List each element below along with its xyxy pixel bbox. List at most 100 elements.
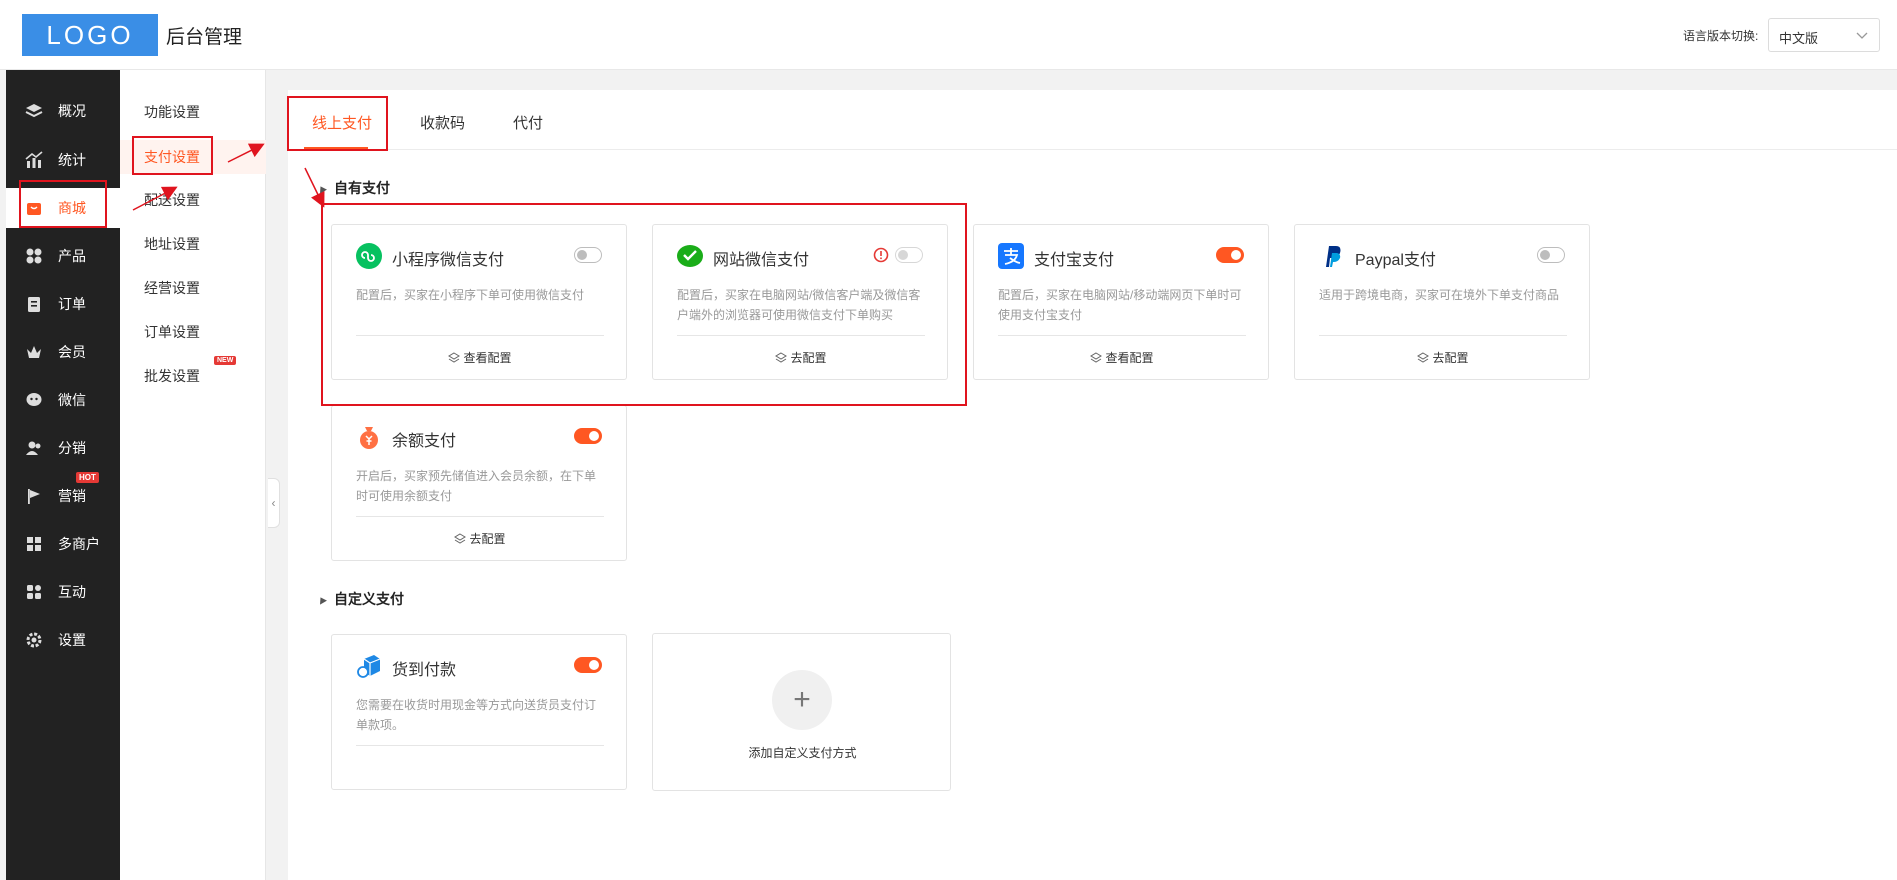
enable-toggle[interactable] xyxy=(574,428,602,444)
submenu-item-order[interactable]: 订单设置 xyxy=(144,322,200,342)
sidebar-item-label: 营销 xyxy=(58,488,86,504)
layers-icon xyxy=(775,352,788,363)
collapse-triangle-icon xyxy=(317,184,327,194)
sidebar-item-label: 微信 xyxy=(58,392,86,408)
sidebar-item-label: 订单 xyxy=(58,296,86,312)
enable-toggle[interactable] xyxy=(895,247,923,263)
collapse-sidebar-handle[interactable]: ‹ xyxy=(268,478,280,528)
chevron-left-icon: ‹ xyxy=(271,496,276,510)
card-action-label: 去配置 xyxy=(469,532,506,546)
section-custom-payment[interactable]: 自定义支付 xyxy=(317,589,404,609)
payment-card-alipay: 支付宝支付 配置后，买家在电脑网站/移动端网页下单时可使用支付宝支付 查看配置 xyxy=(973,224,1269,380)
collapse-triangle-icon xyxy=(317,595,327,605)
view-config-link[interactable]: 查看配置 xyxy=(332,349,628,366)
sidebar-item-multi-merchant[interactable]: 多商户 xyxy=(6,524,120,564)
language-label: 语言版本切换: xyxy=(1683,29,1759,43)
sidebar-item-settings[interactable]: 设置 xyxy=(6,620,120,660)
section-title-text: 自定义支付 xyxy=(334,591,404,607)
payment-card-cash-on-delivery: 货到付款 您需要在收货时用现金等方式向送货员支付订单款项。 xyxy=(331,634,627,790)
card-title: Paypal支付 xyxy=(1355,252,1436,269)
add-custom-payment-card[interactable]: + 添加自定义支付方式 xyxy=(652,633,951,791)
submenu-item-wholesale[interactable]: 批发设置 NEW xyxy=(144,356,237,386)
warning-icon[interactable] xyxy=(873,247,889,263)
card-action-label: 查看配置 xyxy=(1105,351,1154,365)
sidebar-item-interaction[interactable]: 互动 xyxy=(6,572,120,612)
go-config-link[interactable]: 去配置 xyxy=(332,530,628,547)
card-description: 开启后，买家预先储值进入会员余额，在下单时可使用余额支付 xyxy=(356,469,597,503)
shop-icon xyxy=(24,198,44,218)
go-config-link[interactable]: 去配置 xyxy=(653,349,949,366)
sidebar-item-orders[interactable]: 订单 xyxy=(6,284,120,324)
sidebar-item-distribution[interactable]: 分销 xyxy=(6,428,120,468)
flag-icon xyxy=(24,486,44,506)
submenu-item-payment[interactable]: 支付设置 xyxy=(144,147,200,167)
main-content: 线上支付 收款码 代付 自有支付 小程序微信支付 配置后，买家在小程序下单可使用… xyxy=(288,90,1897,880)
enable-toggle[interactable] xyxy=(1537,247,1565,263)
tab-proxy-pay[interactable]: 代付 xyxy=(513,112,543,133)
sidebar-item-members[interactable]: 会员 xyxy=(6,332,120,372)
enable-toggle[interactable] xyxy=(574,657,602,673)
card-title: 支付宝支付 xyxy=(1034,252,1115,269)
sidebar-item-label: 多商户 xyxy=(58,536,100,552)
card-title: 网站微信支付 xyxy=(713,252,810,269)
card-action-label: 去配置 xyxy=(1432,351,1469,365)
apps-icon xyxy=(24,582,44,602)
store-icon xyxy=(24,534,44,554)
section-title-text: 自有支付 xyxy=(334,180,390,196)
submenu-item-label: 批发设置 xyxy=(144,368,200,384)
card-description: 配置后，买家在电脑网站/微信客户端及微信客户端外的浏览器可使用微信支付下单购买 xyxy=(677,288,921,322)
sidebar-item-wechat[interactable]: 微信 xyxy=(6,380,120,420)
sidebar-item-label: 互动 xyxy=(58,584,86,600)
submenu-item-delivery[interactable]: 配送设置 xyxy=(144,190,200,210)
card-action-label: 查看配置 xyxy=(463,351,512,365)
submenu-item-business[interactable]: 经营设置 xyxy=(144,278,200,298)
payment-card-web-wechat: 网站微信支付 配置后，买家在电脑网站/微信客户端及微信客户端外的浏览器可使用微信… xyxy=(652,224,948,380)
new-badge: NEW xyxy=(214,356,237,365)
sidebar-item-stats[interactable]: 统计 xyxy=(6,140,120,180)
grid-icon xyxy=(24,246,44,266)
logo[interactable]: LOGO xyxy=(22,14,158,56)
card-divider xyxy=(356,516,604,517)
language-select[interactable]: 中文版 xyxy=(1768,18,1880,52)
payment-card-paypal: Paypal支付 适用于跨境电商，买家可在境外下单支付商品 去配置 xyxy=(1294,224,1590,380)
tab-payment-code[interactable]: 收款码 xyxy=(420,112,465,133)
plus-icon: + xyxy=(772,670,832,730)
delivery-box-icon xyxy=(357,655,381,678)
enable-toggle[interactable] xyxy=(574,247,602,263)
card-description: 配置后，买家在电脑网站/移动端网页下单时可使用支付宝支付 xyxy=(998,288,1242,322)
sidebar-item-label: 产品 xyxy=(58,248,86,264)
submenu-item-address[interactable]: 地址设置 xyxy=(144,234,200,254)
card-description: 配置后，买家在小程序下单可使用微信支付 xyxy=(356,288,585,302)
view-config-link[interactable]: 查看配置 xyxy=(974,349,1270,366)
payment-card-balance: 余额支付 开启后，买家预先储值进入会员余额，在下单时可使用余额支付 去配置 xyxy=(331,405,627,561)
section-own-payment[interactable]: 自有支付 xyxy=(317,178,390,198)
card-divider xyxy=(356,335,604,336)
enable-toggle[interactable] xyxy=(1216,247,1244,263)
main-sidebar: 概况 统计 商城 产品 订单 会员 微信 分销 营销 HOT 多商户 互动 设置 xyxy=(6,70,120,880)
card-divider xyxy=(998,335,1246,336)
sidebar-item-label: 概况 xyxy=(58,103,86,119)
sidebar-item-overview[interactable]: 概况 xyxy=(6,91,120,131)
chart-icon xyxy=(24,150,44,170)
card-divider xyxy=(356,745,604,746)
card-title: 货到付款 xyxy=(392,662,457,679)
go-config-link[interactable]: 去配置 xyxy=(1295,349,1591,366)
payment-tabs: 线上支付 收款码 代付 xyxy=(288,90,1897,150)
tab-online-payment[interactable]: 线上支付 xyxy=(312,112,372,133)
settings-submenu: 功能设置 支付设置 配送设置 地址设置 经营设置 订单设置 批发设置 NEW xyxy=(120,70,266,880)
card-title: 余额支付 xyxy=(392,433,457,450)
language-select-value: 中文版 xyxy=(1779,31,1819,46)
wechat-pay-icon xyxy=(677,245,703,267)
submenu-item-function[interactable]: 功能设置 xyxy=(144,102,200,122)
sidebar-item-products[interactable]: 产品 xyxy=(6,236,120,276)
mini-program-icon xyxy=(356,243,382,269)
sidebar-item-label: 统计 xyxy=(58,152,86,168)
sidebar-item-label: 商城 xyxy=(58,200,86,216)
card-divider xyxy=(1319,335,1567,336)
sidebar-item-marketing[interactable]: 营销 HOT xyxy=(6,472,120,516)
top-header: LOGO 后台管理 语言版本切换: 中文版 xyxy=(0,0,1897,70)
crown-icon xyxy=(24,342,44,362)
layers-icon xyxy=(454,533,467,544)
sidebar-item-shop[interactable]: 商城 xyxy=(6,188,120,228)
hot-badge: HOT xyxy=(76,472,99,483)
